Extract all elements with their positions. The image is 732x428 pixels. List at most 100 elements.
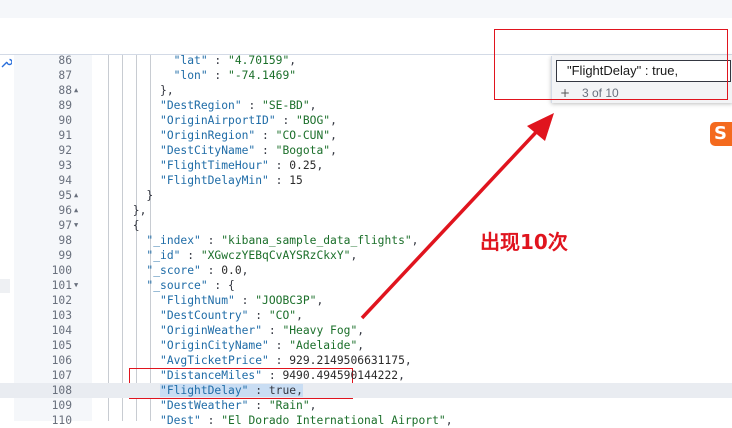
code-token: : { [207,279,235,292]
code-text: "FlightDelay" : true, [92,383,303,398]
code-text: "lat" : "4.70159", [92,53,296,68]
editor-line[interactable]: 106 "AvgTicketPrice" : 929.2149506631175… [0,353,732,368]
code-token: : [262,324,283,337]
editor-line[interactable]: 101 ▼ "_source" : { [0,278,732,293]
editor-line[interactable]: 95 ▲ } [0,188,732,203]
editor-line[interactable]: 90 "OriginAirportID" : "BOG", [0,113,732,128]
code-token: : [255,129,276,142]
line-number: 108 [51,384,72,397]
line-number: 89 [58,99,72,112]
editor-line[interactable]: 93 "FlightTimeHour" : 0.25, [0,158,732,173]
code-token: , [404,354,412,367]
code-token: "SE-BD" [262,99,310,112]
editor-line[interactable]: 94 "FlightDelayMin" : 15 [0,173,732,188]
fold-up-icon[interactable]: ▲ [74,188,78,203]
code-text: "lon" : "-74.1469" [92,68,296,83]
editor-line[interactable]: 88 ▲ }, [0,83,732,98]
fold-up-icon[interactable]: ▲ [74,203,78,218]
code-token: "OriginCityName" [92,339,269,352]
code-token: "_score" [92,264,201,277]
code-token: : [241,99,263,112]
editor-line[interactable]: 97 ▼ { [0,218,732,233]
code-token: : [248,309,269,322]
editor-line[interactable]: 92 "DestCityName" : "Bogota", [0,143,732,158]
code-token: "_id" [92,249,181,262]
code-token: "DestRegion" [92,99,242,112]
editor-line[interactable]: 96 ▲ }, [0,203,732,218]
line-number: 96 [58,204,72,217]
fold-up-icon[interactable]: ▲ [74,83,78,98]
code-token: , [316,294,324,307]
code-text: "DestCityName" : "Bogota", [92,143,337,158]
code-token: , [357,324,365,337]
code-token: "JOOBC3P" [255,294,317,307]
code-text: "_source" : { [92,278,235,293]
code-token: : [268,159,290,172]
code-text: { [92,218,140,233]
code-token: "Heavy Fog" [282,324,358,337]
code-token: , [296,309,303,322]
code-token: : [255,144,276,157]
code-text: "DistanceMiles" : 9490.494590144222, [92,368,405,383]
editor-line[interactable]: 99 "_id" : "XGwczYEBqCvAYSRzCkxY", [0,248,732,263]
code-text: "AvgTicketPrice" : 929.2149506631175, [92,353,412,368]
code-text: "_score" : 0.0, [92,263,248,278]
editor-line[interactable]: 100 "_score" : 0.0, [0,263,732,278]
editor-line[interactable]: 86 "lat" : "4.70159", [0,53,732,68]
line-number: 103 [51,309,72,322]
editor-line[interactable]: 108 "FlightDelay" : true, [0,383,732,398]
fold-down-icon[interactable]: ▼ [74,218,78,233]
editor-line[interactable]: 109 "DestWeather" : "Rain", [0,398,732,413]
line-number: 107 [51,369,72,382]
line-number: 92 [58,144,72,157]
code-token: "FlightTimeHour" [92,159,269,172]
code-text: "_id" : "XGwczYEBqCvAYSRzCkxY", [92,248,357,263]
line-number: 94 [58,174,72,187]
editor-line[interactable]: 107 "DistanceMiles" : 9490.494590144222, [0,368,732,383]
code-token: : [248,399,269,412]
fold-down-icon[interactable]: ▼ [74,278,78,293]
code-token: : [200,234,222,247]
editor-line[interactable]: 104 "OriginWeather" : "Heavy Fog", [0,323,732,338]
code-token: "FlightNum" [92,294,235,307]
code-token: "-74.1469" [228,69,297,82]
code-token: , [357,339,365,352]
code-token: , [398,369,405,382]
editor-line[interactable]: 103 "DestCountry" : "CO", [0,308,732,323]
code-token: , [309,399,317,412]
code-token: "FlightDelayMin" [92,174,269,187]
code-token: "Bogota" [275,144,331,157]
editor-line[interactable]: 98 "_index" : "kibana_sample_data_flight… [0,233,732,248]
code-token: , [309,99,317,112]
line-number: 90 [58,114,72,127]
editor-line[interactable]: 102 "FlightNum" : "JOOBC3P", [0,293,732,308]
code-token: , [289,54,297,67]
code-token: "kibana_sample_data_flights" [221,234,412,247]
code-token: "_index" [92,234,201,247]
code-token: "OriginWeather" [92,324,263,337]
code-token: : [180,249,201,262]
code-token: 0.0 [221,264,242,277]
code-token: { [92,219,140,232]
line-number: 86 [58,54,72,67]
editor-line[interactable]: 91 "OriginRegion" : "CO-CUN", [0,128,732,143]
line-number: 95 [58,189,72,202]
code-token: : [268,339,290,352]
line-number: 101 [51,279,72,292]
code-token: "lon" [92,69,208,82]
code-token: , [241,264,249,277]
editor-line[interactable]: 105 "OriginCityName" : "Adelaide", [0,338,732,353]
code-token: }, [92,204,147,217]
code-token: "XGwczYEBqCvAYSRzCkxY" [200,249,351,262]
code-text: "OriginAirportID" : "BOG", [92,113,337,128]
code-token: "OriginAirportID" [92,114,276,127]
code-token: 9490.494590144222 [282,369,399,382]
code-text: } [92,188,153,203]
editor-line[interactable]: 89 "DestRegion" : "SE-BD", [0,98,732,113]
code-token: : [248,384,269,397]
code-token: : [268,174,290,187]
code-token: 0.25 [289,159,317,172]
code-token: "FlightDelay" [160,384,249,397]
code-text: "OriginWeather" : "Heavy Fog", [92,323,364,338]
editor-line[interactable]: 87 "lon" : "-74.1469" [0,68,732,83]
